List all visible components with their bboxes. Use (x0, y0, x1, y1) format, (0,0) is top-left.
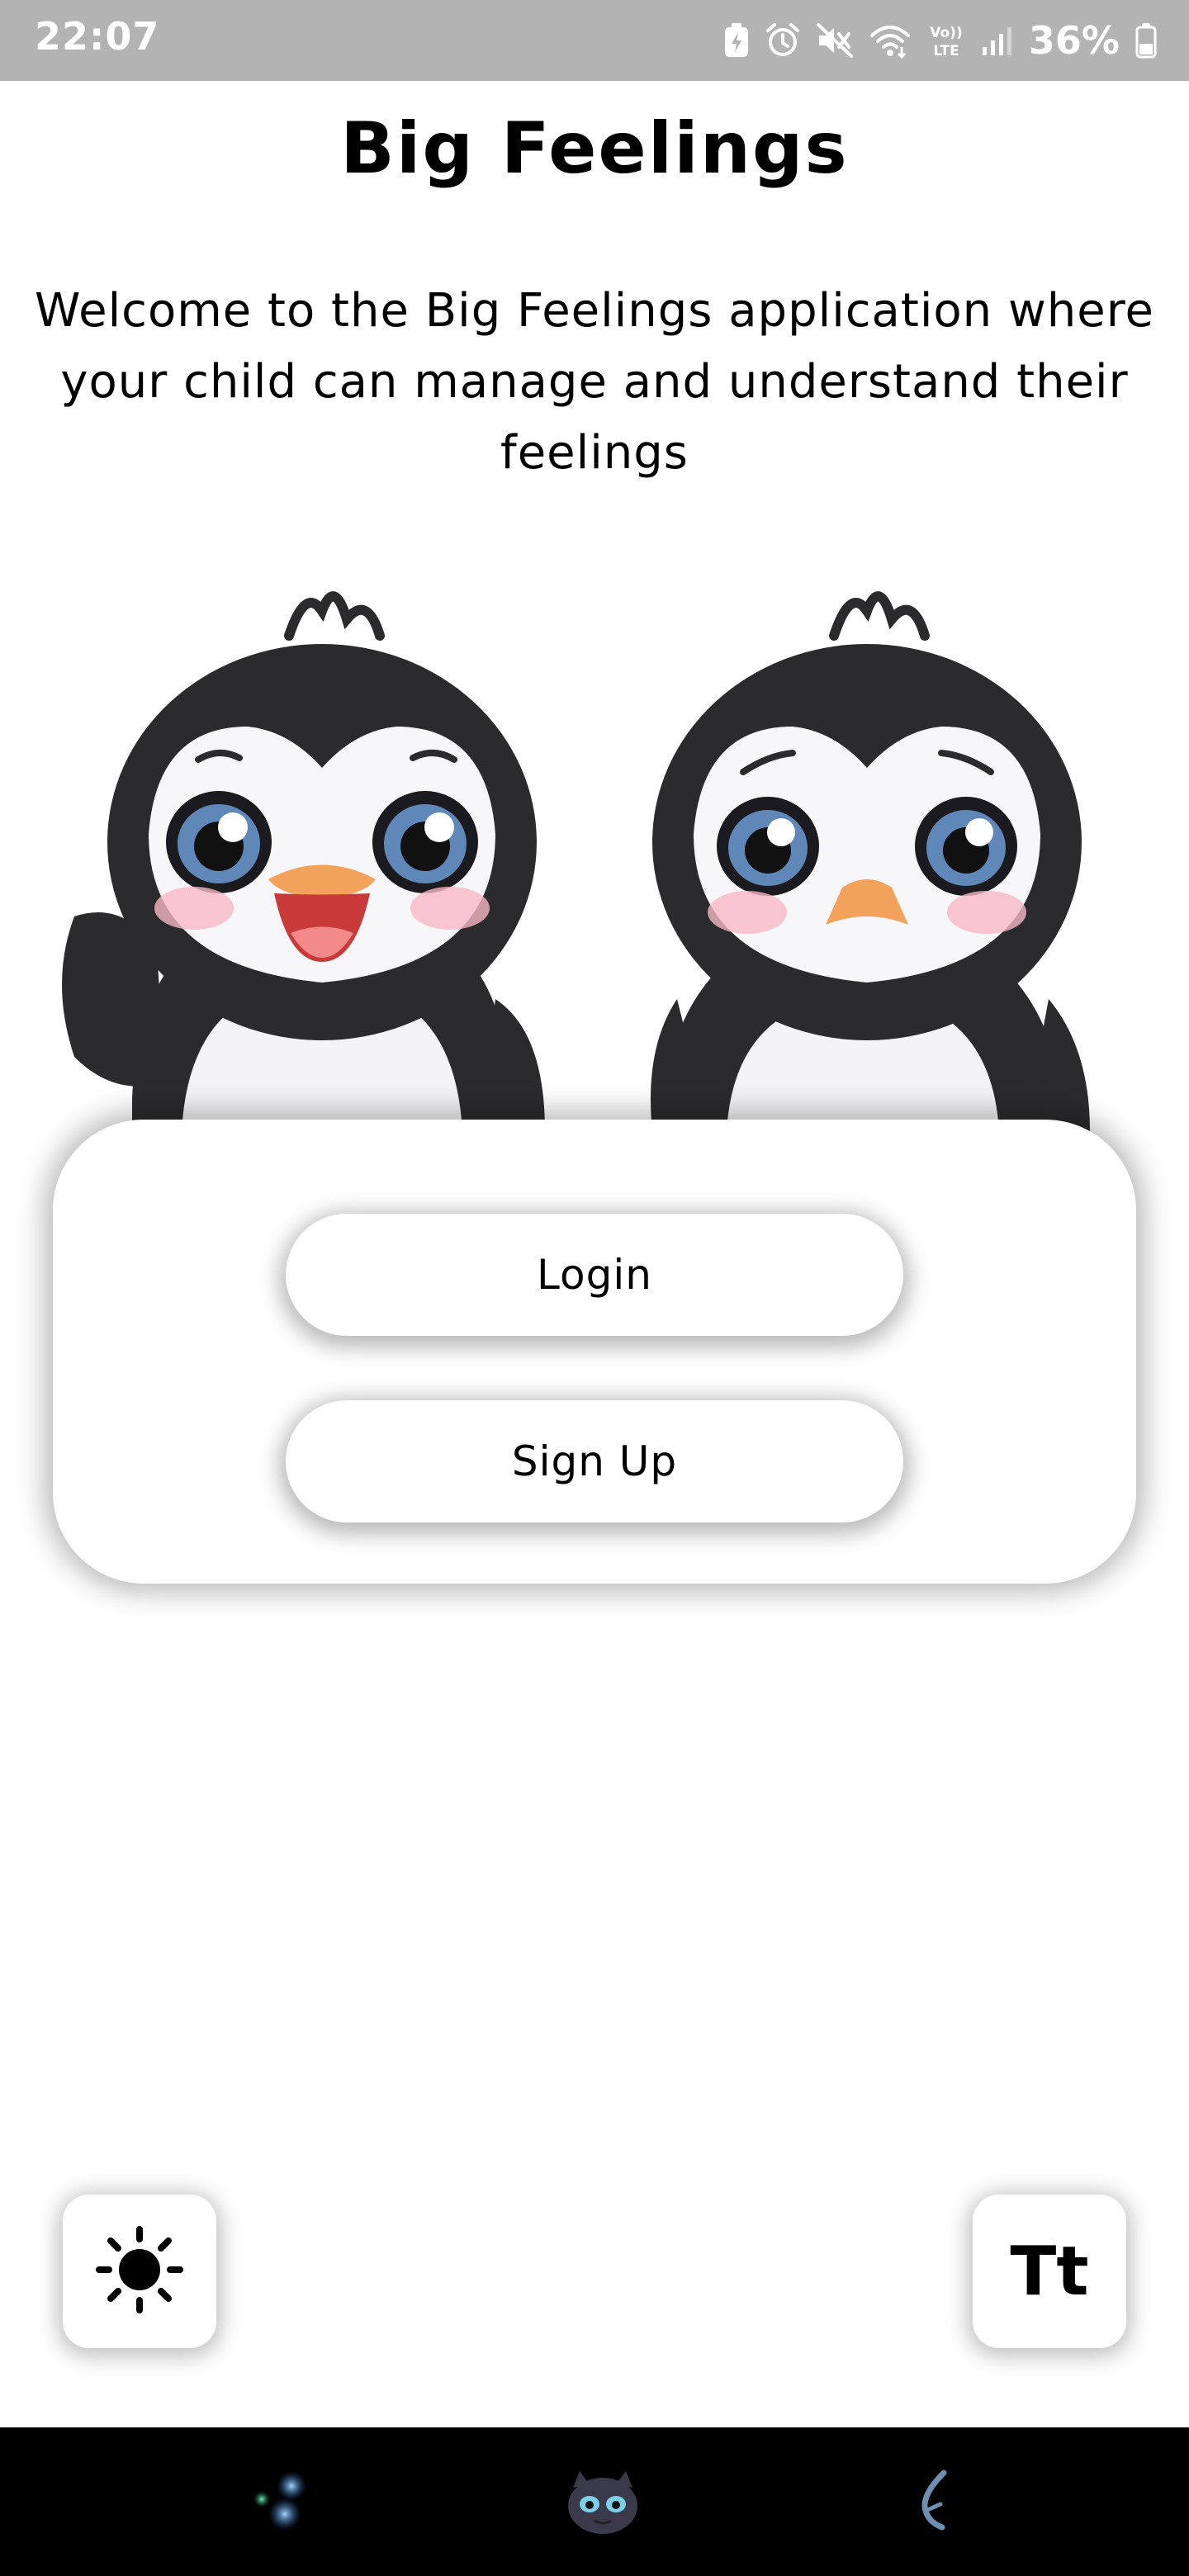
volte-bottom-text: LTE (933, 43, 959, 59)
battery-icon (1135, 22, 1158, 59)
worried-penguin (651, 591, 1090, 1131)
text-size-label: Tt (1010, 2232, 1089, 2311)
wifi-icon (869, 22, 912, 59)
text-size-button[interactable]: Tt (973, 2195, 1126, 2348)
volte-top-text: Vo)) (930, 25, 962, 41)
penguin-illustration (50, 570, 1139, 1131)
page-title: Big Feelings (340, 107, 849, 190)
battery-saver-icon (723, 22, 750, 59)
battery-percent: 36% (1028, 18, 1120, 63)
character-icon (561, 2463, 644, 2540)
nav-home-button[interactable] (223, 2427, 339, 2576)
status-time: 22:07 (35, 14, 160, 59)
back-icon (904, 2463, 962, 2540)
sun-icon (94, 2224, 185, 2318)
signal-icon (981, 22, 1014, 59)
nav-back-button[interactable] (875, 2427, 991, 2576)
status-bar: 22:07 Vo)) LTE 36% (0, 0, 1189, 81)
sign-up-button[interactable]: Sign Up (286, 1400, 903, 1522)
status-icons: Vo)) LTE 36% (723, 0, 1158, 81)
login-button[interactable]: Login (286, 1214, 903, 1336)
app-screen: 22:07 Vo)) LTE 36% Big Feelings Welcome … (0, 0, 1189, 2576)
navigation-bar (0, 2427, 1189, 2576)
theme-toggle-button[interactable] (63, 2195, 216, 2348)
happy-penguin (62, 591, 545, 1131)
welcome-message: Welcome to the Big Feelings application … (35, 284, 1154, 480)
alarm-icon (765, 22, 801, 59)
auth-card: Login Sign Up (53, 1120, 1136, 1584)
volte-icon: Vo)) LTE (926, 22, 966, 59)
mute-icon (816, 22, 854, 59)
home-orbs-icon (244, 2463, 318, 2540)
nav-character-button[interactable] (545, 2427, 661, 2576)
